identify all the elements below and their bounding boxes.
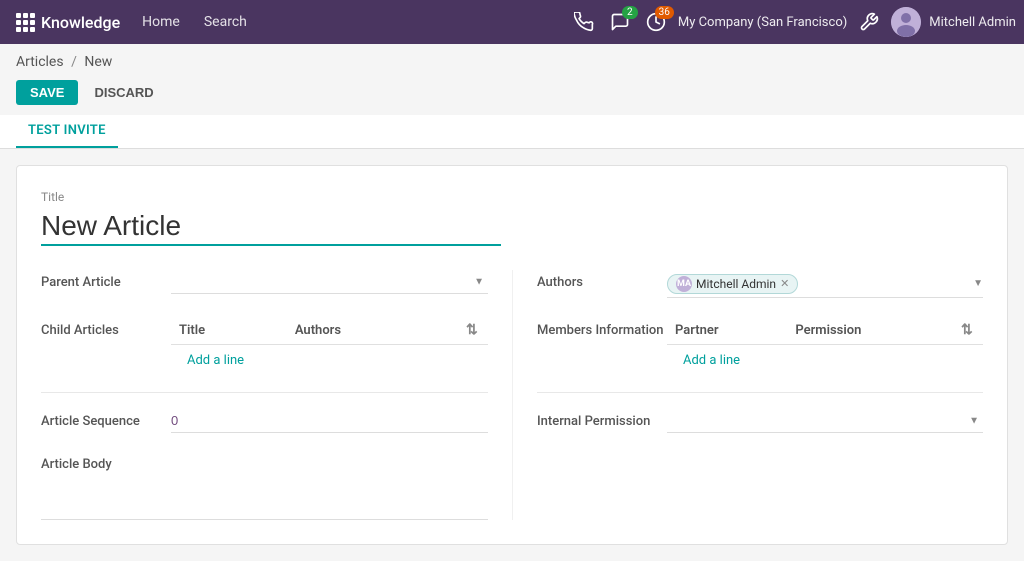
article-sequence-label: Article Sequence — [41, 409, 171, 429]
topnav-right: 2 36 My Company (San Francisco) Mitchell… — [570, 7, 1016, 37]
authors-row: Authors MA Mitchell Admin ✕ ▼ — [537, 270, 983, 302]
activity-icon-btn[interactable]: 36 — [642, 8, 670, 36]
members-add-line-btn[interactable]: Add a line — [675, 349, 748, 372]
authors-label: Authors — [537, 270, 667, 290]
members-col-permission: Permission — [787, 318, 953, 345]
members-info-row: Members Information Partner Permission ⇅ — [537, 318, 983, 376]
members-col-partner: Partner — [667, 318, 787, 345]
tab-bar: TEST INVITE — [0, 115, 1024, 149]
members-table-settings-icon[interactable]: ⇅ — [961, 322, 973, 338]
internal-permission-value: ▼ — [667, 409, 983, 433]
parent-article-select[interactable] — [171, 270, 488, 294]
chat-icon-btn[interactable]: 2 — [606, 8, 634, 36]
form-card: Title Parent Article ▼ — [16, 165, 1008, 545]
internal-permission-select[interactable] — [667, 409, 983, 433]
user-name[interactable]: Mitchell Admin — [929, 15, 1016, 30]
parent-article-label: Parent Article — [41, 270, 171, 290]
user-avatar[interactable] — [891, 7, 921, 37]
nav-home[interactable]: Home — [132, 10, 190, 34]
breadcrumb-parent[interactable]: Articles — [16, 54, 64, 70]
authors-dropdown-arrow-icon[interactable]: ▼ — [973, 278, 983, 289]
discard-button[interactable]: DISCARD — [86, 80, 161, 105]
parent-article-select-wrapper: ▼ — [171, 270, 488, 294]
nav-search[interactable]: Search — [194, 10, 257, 34]
child-col-title: Title — [171, 318, 287, 345]
article-sequence-row: Article Sequence — [41, 409, 488, 441]
action-bar: SAVE DISCARD — [0, 76, 1024, 115]
title-label: Title — [41, 190, 983, 204]
settings-icon-btn[interactable] — [855, 8, 883, 36]
top-navigation: Knowledge Home Search 2 36 My Company (S… — [0, 0, 1024, 44]
app-name: Knowledge — [41, 13, 120, 32]
breadcrumb-current: New — [84, 54, 112, 70]
child-articles-table: Title Authors ⇅ — [171, 318, 488, 376]
breadcrumb: Articles / New — [0, 44, 1024, 76]
parent-article-value: ▼ — [171, 270, 488, 294]
right-divider — [537, 392, 983, 393]
child-table-settings-icon[interactable]: ⇅ — [466, 322, 478, 338]
app-logo[interactable]: Knowledge — [8, 13, 128, 32]
parent-article-row: Parent Article ▼ — [41, 270, 488, 302]
article-sequence-input[interactable] — [171, 409, 488, 433]
phone-icon-btn[interactable] — [570, 8, 598, 36]
article-body-editor[interactable] — [41, 480, 488, 520]
article-sequence-value — [171, 409, 488, 433]
author-tag-avatar: MA — [676, 276, 692, 292]
child-col-authors: Authors — [287, 318, 458, 345]
internal-permission-select-wrapper: ▼ — [667, 409, 983, 433]
author-tag-mitchell: MA Mitchell Admin ✕ — [667, 274, 798, 294]
activity-badge: 36 — [655, 6, 674, 19]
form-grid: Parent Article ▼ Child Articles — [41, 270, 983, 520]
child-add-line-btn[interactable]: Add a line — [179, 349, 252, 372]
members-add-line-row: Add a line — [667, 345, 983, 377]
title-input[interactable] — [41, 208, 501, 246]
author-tag-remove-icon[interactable]: ✕ — [780, 278, 789, 289]
internal-permission-label: Internal Permission — [537, 409, 667, 429]
form-right: Authors MA Mitchell Admin ✕ ▼ — [512, 270, 983, 520]
company-name[interactable]: My Company (San Francisco) — [678, 15, 847, 30]
authors-value: MA Mitchell Admin ✕ ▼ — [667, 270, 983, 298]
grid-icon — [16, 13, 35, 32]
child-add-line-row: Add a line — [171, 345, 488, 377]
members-info-value: Partner Permission ⇅ — [667, 318, 983, 376]
article-body-section: Article Body — [41, 457, 488, 520]
author-tag-name: Mitchell Admin — [696, 277, 776, 291]
child-articles-value: Title Authors ⇅ — [171, 318, 488, 376]
members-info-label: Members Information — [537, 318, 667, 338]
child-table-wrapper: Title Authors ⇅ — [171, 318, 488, 376]
breadcrumb-separator: / — [71, 54, 77, 70]
members-table: Partner Permission ⇅ — [667, 318, 983, 376]
child-articles-label: Child Articles — [41, 318, 171, 338]
form-left: Parent Article ▼ Child Articles — [41, 270, 512, 520]
authors-tags-input[interactable]: MA Mitchell Admin ✕ ▼ — [667, 270, 983, 298]
save-button[interactable]: SAVE — [16, 80, 78, 105]
internal-permission-row: Internal Permission ▼ — [537, 409, 983, 441]
article-body-label: Article Body — [41, 457, 488, 472]
left-divider — [41, 392, 488, 393]
child-articles-row: Child Articles Title Authors ⇅ — [41, 318, 488, 376]
chat-badge: 2 — [622, 6, 638, 19]
tab-test-invite[interactable]: TEST INVITE — [16, 115, 118, 148]
main-content: Title Parent Article ▼ — [0, 149, 1024, 561]
